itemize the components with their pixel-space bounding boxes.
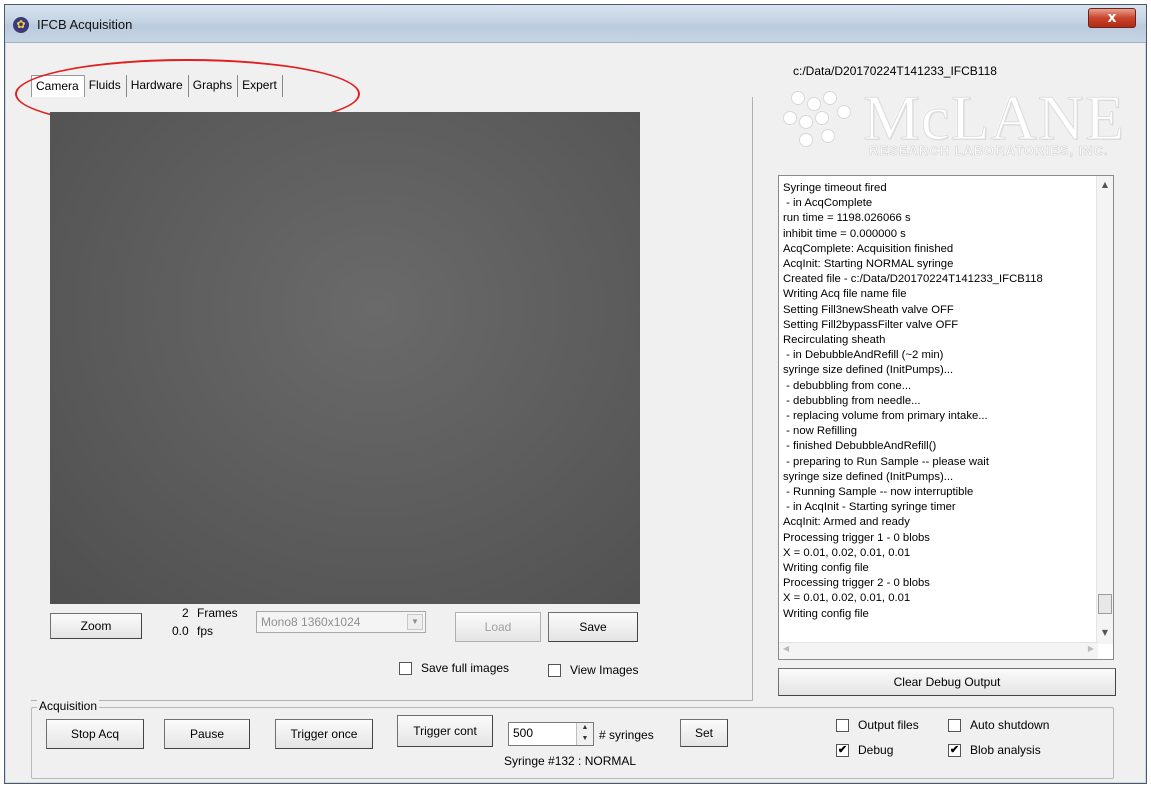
spin-up-icon[interactable]: ▲ xyxy=(577,723,593,734)
syringe-status: Syringe #132 : NORMAL xyxy=(504,754,637,768)
spin-down-icon[interactable]: ▼ xyxy=(577,734,593,745)
debug-horizontal-scrollbar[interactable]: ◀ ▶ xyxy=(779,642,1098,659)
scroll-up-icon[interactable]: ▲ xyxy=(1099,180,1111,194)
view-images-checkbox[interactable]: View Images xyxy=(548,663,638,677)
acquisition-group-title: Acquisition xyxy=(37,699,100,713)
trigger-once-button[interactable]: Trigger once xyxy=(275,719,373,749)
pixel-format-select[interactable]: Mono8 1360x1024 ▼ xyxy=(256,611,426,633)
auto-shutdown-checkbox[interactable]: Auto shutdown xyxy=(948,718,1049,732)
scroll-right-icon[interactable]: ▶ xyxy=(1088,644,1094,653)
debug-text: Syringe timeout fired - in AcqComplete r… xyxy=(783,182,1043,620)
syringes-spinner[interactable]: 500 ▲ ▼ xyxy=(508,722,594,746)
chevron-down-icon: ▼ xyxy=(407,614,423,630)
logo-subtitle: RESEARCH LABORATORIES, INC. xyxy=(869,143,1109,159)
data-file-path: c:/Data/D20170224T141233_IFCB118 xyxy=(793,64,997,78)
blob-analysis-box: ✔ xyxy=(948,743,961,757)
syringes-label: # syringes xyxy=(599,728,654,742)
scroll-thumb[interactable] xyxy=(1098,594,1112,614)
camera-view xyxy=(50,112,640,604)
logo-dots xyxy=(781,89,861,153)
scroll-left-icon[interactable]: ◀ xyxy=(783,644,789,653)
app-window: ✿ IFCB Acquisition x Camera Fluids Hardw… xyxy=(4,4,1147,784)
close-button[interactable]: x xyxy=(1088,8,1136,28)
client-area: Camera Fluids Hardware Graphs Expert Zoo… xyxy=(11,49,1140,779)
set-button[interactable]: Set xyxy=(680,719,728,747)
debug-checkbox[interactable]: ✔ Debug xyxy=(836,743,893,757)
frames-label: Frames xyxy=(197,606,238,620)
blob-analysis-label: Blob analysis xyxy=(970,743,1041,757)
pixel-format-value: Mono8 1360x1024 xyxy=(261,615,361,629)
save-full-images-label: Save full images xyxy=(421,661,510,675)
debug-vertical-scrollbar[interactable]: ▲ ▼ xyxy=(1096,176,1113,644)
save-full-images-checkbox[interactable]: Save full images xyxy=(399,661,509,675)
debug-output[interactable]: Syringe timeout fired - in AcqComplete r… xyxy=(778,175,1114,660)
frames-count: 2 xyxy=(182,606,189,620)
fps-label: fps xyxy=(197,624,214,638)
syringes-value: 500 xyxy=(513,726,534,740)
output-files-box xyxy=(836,718,849,732)
output-files-label: Output files xyxy=(858,718,919,732)
debug-label: Debug xyxy=(858,743,894,757)
output-files-checkbox[interactable]: Output files xyxy=(836,718,919,732)
title-bar[interactable]: ✿ IFCB Acquisition x xyxy=(5,5,1146,43)
window-title: IFCB Acquisition xyxy=(37,17,133,32)
save-full-images-box xyxy=(399,661,412,675)
view-images-label: View Images xyxy=(570,663,639,677)
app-icon: ✿ xyxy=(13,17,29,33)
fps-value: 0.0 xyxy=(172,624,189,638)
stop-acq-button[interactable]: Stop Acq xyxy=(46,719,144,749)
mclane-logo: McLANE RESEARCH LABORATORIES, INC. xyxy=(781,82,1131,159)
pause-button[interactable]: Pause xyxy=(164,719,250,749)
load-button[interactable]: Load xyxy=(455,612,541,642)
save-button[interactable]: Save xyxy=(548,612,638,642)
auto-shutdown-box xyxy=(948,718,961,732)
blob-analysis-checkbox[interactable]: ✔ Blob analysis xyxy=(948,743,1041,757)
auto-shutdown-label: Auto shutdown xyxy=(970,718,1050,732)
trigger-cont-button[interactable]: Trigger cont xyxy=(397,715,493,747)
view-images-box xyxy=(548,663,561,677)
clear-debug-button[interactable]: Clear Debug Output xyxy=(778,668,1116,696)
scroll-down-icon[interactable]: ▼ xyxy=(1099,628,1111,642)
zoom-button[interactable]: Zoom xyxy=(50,613,142,639)
debug-box: ✔ xyxy=(836,743,849,757)
